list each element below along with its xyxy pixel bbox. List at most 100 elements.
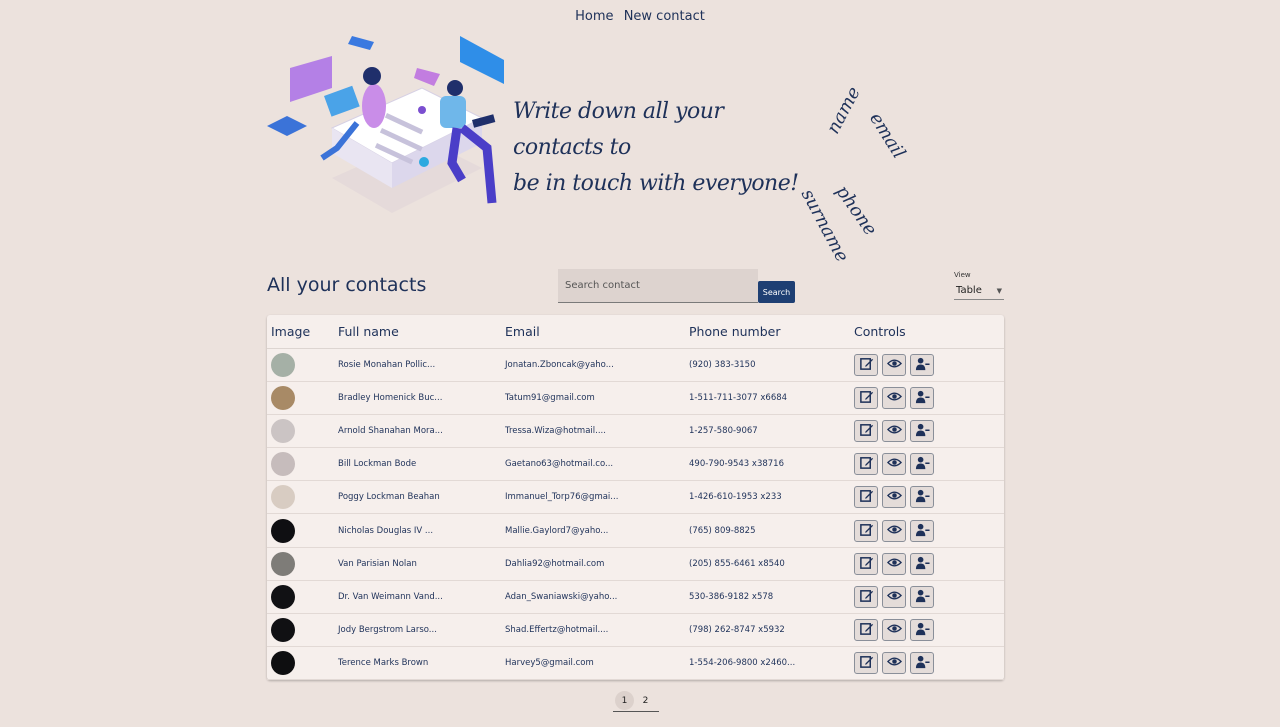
view-contact-button[interactable] [882,453,906,476]
edit-contact-button[interactable] [854,453,878,476]
view-contact-button[interactable] [882,552,906,575]
view-contact-button[interactable] [882,585,906,608]
header-controls: Controls [854,315,1004,349]
edit-icon [859,389,874,407]
view-label: View [954,271,971,279]
search-button[interactable]: Search [758,281,795,303]
avatar [271,352,295,377]
eye-icon [886,522,902,540]
edit-contact-button[interactable] [854,519,878,542]
cell-full-name: Poggy Lockman Beahan [338,480,505,515]
eye-icon [886,389,902,407]
header-image: Image [267,315,338,349]
user-remove-icon [915,522,930,540]
edit-contact-button[interactable] [854,353,878,376]
remove-contact-button[interactable] [910,552,934,575]
view-select-wrapper: View Table ▼ [954,271,1004,300]
eye-icon [886,555,902,573]
eye-icon [886,455,902,473]
nav-home-link[interactable]: Home [575,9,613,24]
page-button-1[interactable]: 1 [615,691,634,710]
user-remove-icon [915,422,930,440]
edit-contact-button[interactable] [854,585,878,608]
cell-email: Harvey5@gmail.com [505,646,689,681]
table-row: Nicholas Douglas IV ... Mallie.Gaylord7@y… [267,513,1004,548]
cell-full-name: Bradley Homenick Buc... [338,381,505,415]
search-input[interactable] [558,269,758,303]
view-select[interactable]: Table ▼ [954,282,1004,300]
cell-email: Shad.Effertz@hotmail.... [505,613,689,648]
cell-email: Immanuel_Torp76@gmai... [505,480,689,515]
edit-contact-button[interactable] [854,486,878,509]
cell-phone: 1-257-580-9067 [689,414,854,449]
chevron-down-icon: ▼ [996,286,1002,295]
view-contact-button[interactable] [882,386,906,409]
avatar [271,618,295,643]
cell-controls [854,580,1004,615]
edit-icon [859,356,874,374]
table-row: Jody Bergstrom Larso... Shad.Effertz@hotm… [267,613,1004,648]
cell-controls [854,447,1004,482]
remove-contact-button[interactable] [910,386,934,409]
user-remove-icon [915,356,930,374]
cell-image [267,513,338,548]
hero-illustration [267,36,504,213]
view-contact-button[interactable] [882,619,906,642]
view-contact-button[interactable] [882,652,906,675]
table-body: Rosie Monahan Pollic... Jonatan.Zboncak@y… [267,348,1004,681]
edit-icon [859,488,874,506]
remove-contact-button[interactable] [910,419,934,442]
avatar [271,385,295,410]
cell-full-name: Arnold Shanahan Mora... [338,414,505,449]
view-contact-button[interactable] [882,519,906,542]
table-row: Poggy Lockman Beahan Immanuel_Torp76@gmai… [267,480,1004,515]
nav-new-contact-link[interactable]: New contact [624,9,705,24]
tagline-line-1: Write down all your contacts to [513,99,724,160]
cell-full-name: Terence Marks Brown [338,646,505,681]
cell-controls [854,414,1004,449]
view-contact-button[interactable] [882,419,906,442]
cell-image [267,447,338,482]
cell-email: Mallie.Gaylord7@yaho... [505,513,689,548]
edit-contact-button[interactable] [854,386,878,409]
edit-icon [859,588,874,606]
edit-contact-button[interactable] [854,552,878,575]
eye-icon [886,488,902,506]
cell-controls [854,381,1004,415]
view-contact-button[interactable] [882,353,906,376]
page-button-2[interactable]: 2 [636,691,655,710]
edit-contact-button[interactable] [854,619,878,642]
eye-icon [886,588,902,606]
cell-phone: (920) 383-3150 [689,348,854,382]
table-row: Arnold Shanahan Mora... Tressa.Wiza@hotma… [267,414,1004,449]
remove-contact-button[interactable] [910,486,934,509]
cell-image [267,381,338,415]
view-contact-button[interactable] [882,486,906,509]
avatar [271,551,295,576]
cell-controls [854,547,1004,581]
table-row: Rosie Monahan Pollic... Jonatan.Zboncak@y… [267,348,1004,382]
table-row: Bradley Homenick Buc... Tatum91@gmail.com… [267,381,1004,415]
cell-image [267,646,338,681]
cell-image [267,613,338,648]
cell-phone: 1-554-206-9800 x2460... [689,646,854,681]
cell-phone: 1-511-711-3077 x6684 [689,381,854,415]
edit-contact-button[interactable] [854,652,878,675]
remove-contact-button[interactable] [910,585,934,608]
floating-word-email: email [865,108,910,163]
avatar [271,418,295,443]
remove-contact-button[interactable] [910,619,934,642]
edit-contact-button[interactable] [854,419,878,442]
pagination: 12 [613,691,659,712]
eye-icon [886,356,902,374]
table-row: Terence Marks Brown Harvey5@gmail.com 1-55… [267,646,1004,681]
user-remove-icon [915,389,930,407]
cell-full-name: Rosie Monahan Pollic... [338,348,505,382]
eye-icon [886,422,902,440]
remove-contact-button[interactable] [910,353,934,376]
remove-contact-button[interactable] [910,453,934,476]
cell-controls [854,613,1004,648]
user-remove-icon [915,555,930,573]
remove-contact-button[interactable] [910,652,934,675]
remove-contact-button[interactable] [910,519,934,542]
